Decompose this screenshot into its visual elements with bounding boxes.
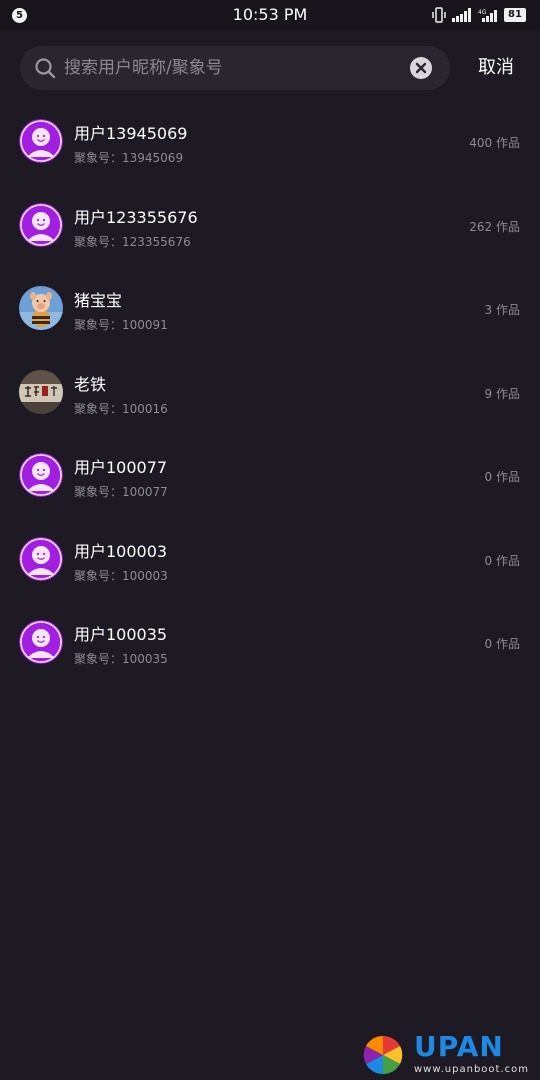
watermark-brand: UPAN (414, 1030, 504, 1063)
works-count: 3 作品 (484, 303, 520, 317)
user-id: 聚象号：100091 (74, 318, 168, 332)
list-item[interactable]: 用户123355676 聚象号：123355676 262 作品 (0, 184, 540, 268)
clear-icon[interactable] (409, 56, 433, 80)
list-item[interactable]: 用户100035 聚象号：100035 0 作品 (0, 601, 540, 685)
avatar[interactable] (19, 369, 63, 414)
list-item[interactable]: 用户100003 聚象号：100003 0 作品 (0, 518, 540, 602)
default-avatar-icon (19, 453, 63, 497)
user-id: 聚象号：123355676 (74, 234, 191, 249)
4g-signal-icon: 4G (478, 9, 497, 22)
user-nickname: 用户100003 (74, 541, 168, 561)
calligraphy-avatar-image (19, 369, 63, 414)
list-item[interactable]: 老铁 聚象号：100016 9 作品 (0, 351, 540, 435)
upan-logo-icon (363, 1035, 403, 1075)
watermark: UPAN www.upanboot.com (360, 1030, 535, 1078)
search-input[interactable] (64, 46, 404, 90)
user-id: 聚象号：100003 (74, 568, 168, 583)
avatar[interactable] (19, 202, 63, 247)
svg-text:4G: 4G (478, 9, 487, 16)
search-icon (35, 58, 56, 79)
default-avatar-icon (19, 620, 63, 664)
search-row: 取消 (0, 46, 540, 92)
avatar[interactable] (19, 286, 63, 330)
avatar[interactable] (19, 620, 63, 664)
user-nickname: 老铁 (74, 374, 107, 394)
search-box[interactable] (20, 46, 450, 90)
user-nickname: 用户100035 (74, 625, 168, 644)
user-id: 聚象号：100077 (74, 485, 168, 499)
pig-avatar-image (19, 286, 63, 330)
user-nickname: 猪宝宝 (74, 291, 123, 310)
works-count: 0 作品 (484, 637, 520, 651)
default-avatar-icon (19, 536, 63, 581)
avatar[interactable] (19, 453, 63, 497)
user-id: 聚象号：13945069 (74, 151, 184, 165)
default-avatar-icon (19, 202, 63, 247)
user-list: 用户13945069 聚象号：13945069 400 作品 用户1233556… (0, 100, 540, 685)
watermark-url: www.upanboot.com (414, 1064, 529, 1075)
works-count: 262 作品 (469, 219, 520, 234)
user-id: 聚象号：100035 (74, 652, 168, 666)
default-avatar-icon (19, 119, 63, 163)
battery-icon: 81 (504, 8, 526, 22)
avatar[interactable] (19, 536, 63, 581)
cancel-button[interactable]: 取消 (466, 46, 526, 90)
signal-icon (452, 8, 471, 22)
status-icons: 4G 81 (432, 6, 526, 24)
avatar[interactable] (19, 119, 63, 163)
user-id: 聚象号：100016 (74, 401, 168, 416)
user-nickname: 用户100077 (74, 458, 168, 477)
vibrate-icon (432, 7, 446, 23)
works-count: 0 作品 (484, 553, 520, 568)
user-nickname: 用户13945069 (74, 124, 188, 143)
status-bar: 5 10:53 PM 4G 81 (0, 0, 540, 30)
works-count: 9 作品 (484, 386, 520, 401)
list-item[interactable]: 用户100077 聚象号：100077 0 作品 (0, 434, 540, 518)
user-nickname: 用户123355676 (74, 207, 198, 227)
works-count: 0 作品 (484, 470, 520, 484)
list-item[interactable]: 猪宝宝 聚象号：100091 3 作品 (0, 267, 540, 351)
list-item[interactable]: 用户13945069 聚象号：13945069 400 作品 (0, 100, 540, 184)
works-count: 400 作品 (469, 136, 520, 150)
